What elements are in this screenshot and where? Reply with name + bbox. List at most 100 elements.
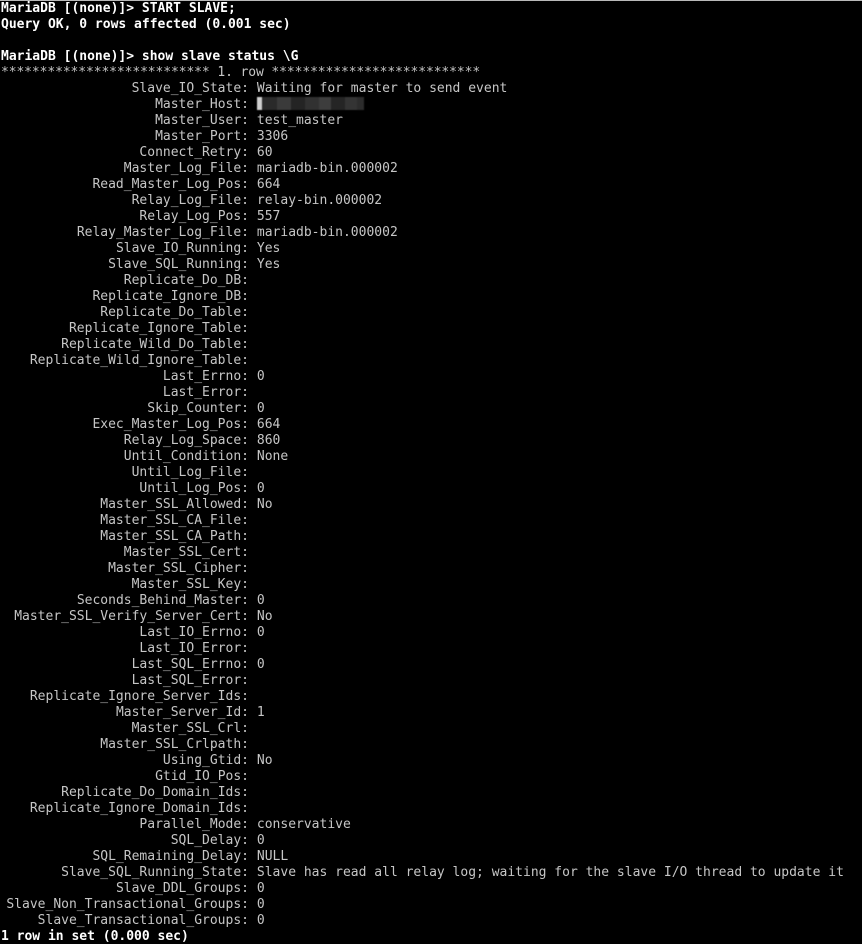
status-field-name: Replicate_Do_Table: (100, 305, 249, 320)
status-field-name: Until_Log_File: (131, 465, 249, 480)
status-field-name: Exec_Master_Log_Pos: (92, 417, 249, 432)
status-field-name: Master_Log_File: (123, 161, 249, 176)
status-field-row: Slave_SQL_Running: Yes (1, 257, 862, 273)
status-field-name: Master_SSL_Crl: (131, 721, 249, 736)
status-field-value (249, 321, 257, 336)
status-field-row: Master_Host: (1, 97, 862, 113)
status-field-row: Exec_Master_Log_Pos: 664 (1, 417, 862, 433)
status-field-row: Last_IO_Errno: 0 (1, 625, 862, 641)
status-field-name: Replicate_Ignore_Server_Ids: (29, 689, 249, 704)
status-field-row: Master_SSL_Verify_Server_Cert: No (1, 609, 862, 625)
status-field-name: Last_IO_Errno: (139, 625, 249, 640)
status-field-value (249, 353, 257, 368)
status-field-value (249, 561, 257, 576)
status-field-name: Slave_DDL_Groups: (115, 881, 249, 896)
status-field-value: 0 (256, 881, 265, 896)
status-field-value: 860 (256, 433, 281, 448)
status-field-row: Seconds_Behind_Master: 0 (1, 593, 862, 609)
status-field-name: Master_SSL_CA_Path: (100, 529, 249, 544)
status-field-name: SQL_Remaining_Delay: (92, 849, 249, 864)
status-field-value: 0 (256, 369, 265, 384)
status-field-value: 1 (256, 705, 265, 720)
status-field-name: Slave_Non_Transactional_Groups: (6, 897, 249, 912)
status-field-name: Slave_SQL_Running_State: (61, 865, 249, 880)
status-field-value: 664 (256, 417, 281, 432)
status-field-row: Until_Log_File: (1, 465, 862, 481)
status-field-row: Replicate_Ignore_Table: (1, 321, 862, 337)
slave-status-field-list: Slave_IO_State: Waiting for master to sen… (1, 81, 862, 929)
status-field-value: 664 (256, 177, 281, 192)
status-field-name: Until_Condition: (123, 449, 249, 464)
status-field-name: Slave_IO_Running: (115, 241, 249, 256)
status-field-name: Slave_SQL_Running: (108, 257, 249, 272)
status-field-value: 0 (256, 833, 265, 848)
status-field-name: Master_SSL_Crlpath: (100, 737, 249, 752)
terminal-window[interactable]: MariaDB [(none)]> START SLAVE; Query OK,… (0, 0, 862, 944)
status-field-row: Gtid_IO_Pos: (1, 769, 862, 785)
status-field-value (249, 529, 257, 544)
status-field-name: SQL_Delay: (170, 833, 249, 848)
status-field-row: SQL_Delay: 0 (1, 833, 862, 849)
status-field-value (249, 513, 257, 528)
status-field-row: Master_SSL_CA_File: (1, 513, 862, 529)
status-field-name: Master_User: (155, 113, 249, 128)
status-field-value: 0 (256, 401, 265, 416)
status-field-value: test_master (256, 113, 343, 128)
status-field-row: Slave_IO_Running: Yes (1, 241, 862, 257)
status-field-row: Last_SQL_Error: (1, 673, 862, 689)
redacted-value-block (257, 97, 364, 110)
command-line-show-slave-status: MariaDB [(none)]> show slave status \G (1, 49, 299, 64)
status-field-name: Replicate_Wild_Ignore_Table: (29, 353, 249, 368)
status-field-row: Connect_Retry: 60 (1, 145, 862, 161)
status-field-row: Replicate_Ignore_Server_Ids: (1, 689, 862, 705)
status-field-row: Last_IO_Error: (1, 641, 862, 657)
status-field-value (249, 289, 257, 304)
status-field-value: mariadb-bin.000002 (256, 161, 398, 176)
status-field-value (249, 785, 257, 800)
status-field-row: Master_Server_Id: 1 (1, 705, 862, 721)
status-field-row: Read_Master_Log_Pos: 664 (1, 177, 862, 193)
status-field-name: Relay_Log_Space: (123, 433, 249, 448)
status-field-name: Slave_Transactional_Groups: (37, 913, 249, 928)
status-field-row: Until_Condition: None (1, 449, 862, 465)
status-field-name: Master_SSL_Cert: (123, 545, 249, 560)
status-field-name: Skip_Counter: (147, 401, 249, 416)
status-field-row: Replicate_Do_Table: (1, 305, 862, 321)
status-field-name: Read_Master_Log_Pos: (92, 177, 249, 192)
result-footer: 1 row in set (0.000 sec) (1, 929, 189, 944)
status-field-name: Slave_IO_State: (131, 81, 249, 96)
status-field-value (249, 737, 257, 752)
status-field-value (249, 305, 257, 320)
status-field-row: Using_Gtid: No (1, 753, 862, 769)
status-field-value (249, 673, 257, 688)
status-field-name: Last_Error: (162, 385, 249, 400)
status-field-row: SQL_Remaining_Delay: NULL (1, 849, 862, 865)
status-field-row: Last_SQL_Errno: 0 (1, 657, 862, 673)
status-field-value: 0 (256, 593, 265, 608)
status-field-row: Last_Errno: 0 (1, 369, 862, 385)
status-field-value (249, 273, 257, 288)
status-field-value: None (256, 449, 289, 464)
status-field-value (249, 769, 257, 784)
status-field-value (249, 801, 257, 816)
status-field-value (249, 465, 257, 480)
status-field-value: 0 (256, 913, 265, 928)
status-field-name: Using_Gtid: (162, 753, 249, 768)
status-field-value: mariadb-bin.000002 (256, 225, 398, 240)
status-field-name: Relay_Log_File: (131, 193, 249, 208)
status-field-value (249, 577, 257, 592)
status-field-name: Replicate_Ignore_DB: (92, 289, 249, 304)
status-field-name: Master_SSL_Cipher: (108, 561, 249, 576)
status-field-row: Slave_SQL_Running_State: Slave has read a… (1, 865, 862, 881)
terminal-screen[interactable]: MariaDB [(none)]> START SLAVE; Query OK,… (0, 1, 862, 944)
status-field-name: Connect_Retry: (139, 145, 249, 160)
status-field-row: Skip_Counter: 0 (1, 401, 862, 417)
status-field-value (249, 641, 257, 656)
status-field-value: Yes (256, 241, 281, 256)
status-field-value: 60 (256, 145, 273, 160)
status-field-name: Parallel_Mode: (139, 817, 249, 832)
status-field-name: Last_SQL_Errno: (131, 657, 249, 672)
status-field-name: Master_SSL_Key: (131, 577, 249, 592)
status-field-value (249, 337, 257, 352)
status-field-name: Replicate_Ignore_Domain_Ids: (29, 801, 249, 816)
